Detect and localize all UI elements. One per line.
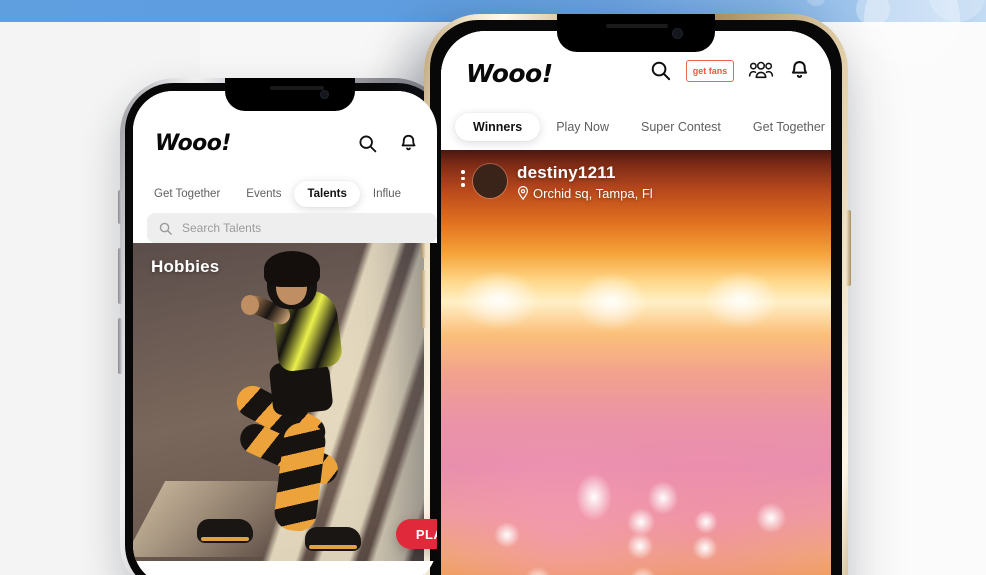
app-logo: Wooo! <box>155 131 231 156</box>
concert-photo <box>441 150 831 575</box>
front-phone-power-button[interactable] <box>846 210 851 286</box>
app-logo: Wooo! <box>466 59 553 88</box>
photo-shoe-left <box>197 519 253 543</box>
kebab-menu-icon[interactable] <box>455 164 471 187</box>
card-category-label: Hobbies <box>151 257 220 276</box>
search-icon-small <box>158 221 173 236</box>
front-phone-notch <box>557 14 715 52</box>
avatar[interactable] <box>473 164 507 198</box>
front-phone-screen: Wooo! get fans Winners Play Now Super Co… <box>441 31 831 575</box>
get-fans-button[interactable]: get fans <box>686 59 734 82</box>
photo-hair-front <box>264 251 320 287</box>
front-phone-mockup: Wooo! get fans Winners Play Now Super Co… <box>421 14 851 575</box>
back-app-header: Wooo! Get Together Events Talents Influe… <box>133 91 437 243</box>
search-placeholder: Search Talents <box>182 221 262 235</box>
post-user-text: destiny1211 Orchid sq, Tampa, Fl <box>517 163 653 201</box>
back-app-root: Wooo! Get Together Events Talents Influe… <box>133 91 437 575</box>
tab-get-together[interactable]: Get Together <box>141 181 233 207</box>
post-username[interactable]: destiny1211 <box>517 163 653 183</box>
post-location: Orchid sq, Tampa, Fl <box>517 186 653 201</box>
back-header-icons <box>357 133 419 154</box>
photo-hand <box>241 295 259 315</box>
tab-get-together[interactable]: Get Together <box>737 113 831 141</box>
tab-talents[interactable]: Talents <box>294 181 360 207</box>
search-icon[interactable] <box>649 59 672 82</box>
search-input[interactable]: Search Talents <box>147 213 437 243</box>
front-camera-icon <box>320 90 329 99</box>
scene: Wooo! Get Together Events Talents Influe… <box>0 0 986 575</box>
group-icon[interactable] <box>748 59 774 82</box>
tab-events[interactable]: Events <box>233 181 294 207</box>
back-phone-notch <box>225 78 355 111</box>
map-pin-icon <box>517 186 529 201</box>
front-camera-icon <box>672 28 683 39</box>
post-card[interactable]: destiny1211 Orchid sq, Tampa, Fl <box>441 150 831 575</box>
post-user-info: destiny1211 Orchid sq, Tampa, Fl <box>455 163 817 201</box>
back-phone-mute-switch[interactable] <box>118 190 122 224</box>
back-phone-earpiece <box>270 86 324 90</box>
photo-shoe-right <box>305 527 361 551</box>
front-phone-volume-down[interactable] <box>421 270 426 328</box>
dancer-photo <box>133 243 437 575</box>
back-phone-screen: Wooo! Get Together Events Talents Influe… <box>133 91 437 575</box>
tab-winners[interactable]: Winners <box>455 113 541 141</box>
bubble-decor-3 <box>806 0 826 6</box>
front-header-icons: get fans <box>649 59 811 82</box>
tab-super-contest[interactable]: Super Contest <box>625 113 737 141</box>
back-phone-volume-down[interactable] <box>118 318 122 374</box>
back-app-tabs: Get Together Events Talents Influe <box>141 181 414 207</box>
search-icon[interactable] <box>357 133 378 154</box>
post-location-text: Orchid sq, Tampa, Fl <box>533 185 653 201</box>
bell-icon[interactable] <box>788 59 811 82</box>
front-app-root: Wooo! get fans Winners Play Now Super Co… <box>441 31 831 575</box>
back-phone-volume-up[interactable] <box>118 248 122 304</box>
tab-play-now[interactable]: Play Now <box>540 113 625 141</box>
back-phone-mockup: Wooo! Get Together Events Talents Influe… <box>118 78 450 575</box>
bell-icon[interactable] <box>398 133 419 154</box>
tab-influencers[interactable]: Influe <box>360 181 414 207</box>
front-phone-earpiece <box>606 24 668 28</box>
card-footer-strip <box>133 561 437 575</box>
talent-card[interactable]: Hobbies PLAY <box>133 243 437 575</box>
front-app-tabs: Winners Play Now Super Contest Get Toget… <box>455 113 831 141</box>
play-button[interactable]: PLAY <box>395 519 437 549</box>
